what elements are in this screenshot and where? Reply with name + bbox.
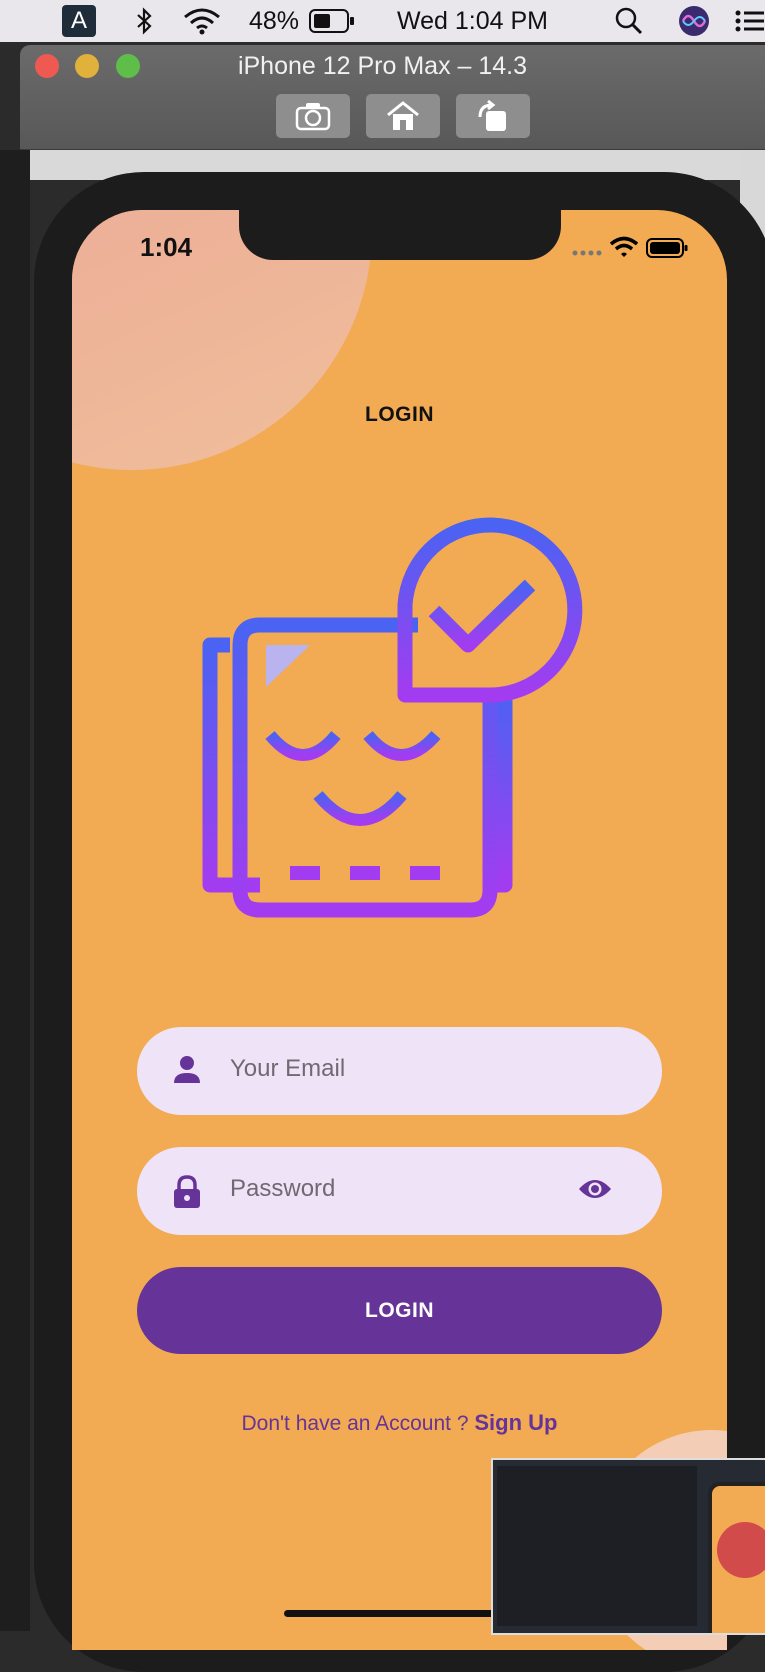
signup-prompt-text: Don't have an Account ? bbox=[241, 1412, 475, 1435]
menubar-clock[interactable]: Wed 1:04 PM bbox=[397, 0, 548, 42]
battery-icon[interactable] bbox=[309, 0, 355, 42]
wifi-icon[interactable] bbox=[183, 0, 221, 42]
show-password-icon[interactable] bbox=[577, 1177, 613, 1201]
background-window-left bbox=[0, 150, 30, 1631]
cellular-signal-icon bbox=[572, 250, 602, 256]
battery-percent: 48% bbox=[249, 6, 300, 35]
page-title: LOGIN bbox=[365, 403, 434, 426]
password-placeholder: Password bbox=[230, 1175, 336, 1202]
login-button[interactable]: LOGIN bbox=[137, 1267, 662, 1354]
home-indicator[interactable] bbox=[284, 1610, 516, 1617]
ios-wifi-icon bbox=[610, 236, 638, 257]
spotlight-search-icon[interactable] bbox=[614, 0, 644, 42]
thumbnail-editor-window bbox=[497, 1466, 697, 1626]
camera-icon bbox=[295, 103, 331, 131]
rotate-button[interactable] bbox=[456, 94, 530, 138]
simulator-title: iPhone 12 Pro Max – 14.3 bbox=[237, 52, 528, 80]
thumbnail-home-badge bbox=[717, 1522, 765, 1578]
signup-prompt-row: Don't have an Account ? Sign Up bbox=[0, 1410, 765, 1436]
home-icon bbox=[387, 101, 419, 130]
input-source-icon[interactable]: A bbox=[62, 5, 96, 37]
login-illustration bbox=[202, 517, 583, 918]
home-button[interactable] bbox=[366, 94, 440, 138]
siri-icon[interactable] bbox=[678, 0, 710, 42]
person-icon bbox=[174, 1056, 200, 1083]
password-field[interactable]: Password bbox=[137, 1147, 662, 1235]
lock-icon bbox=[174, 1175, 200, 1208]
status-bar-time: 1:04 bbox=[140, 232, 193, 262]
device-notch bbox=[239, 210, 561, 260]
screenshot-thumbnail-preview[interactable] bbox=[491, 1458, 765, 1635]
signup-link[interactable]: Sign Up bbox=[474, 1410, 557, 1435]
macos-menu-bar: A 48% Wed 1:04 PM bbox=[0, 0, 765, 42]
rotate-icon bbox=[478, 99, 506, 131]
email-field[interactable]: Your Email bbox=[137, 1027, 662, 1115]
screenshot-button[interactable] bbox=[276, 94, 350, 138]
notification-center-icon[interactable] bbox=[734, 0, 764, 42]
email-placeholder: Your Email bbox=[230, 1055, 346, 1082]
bluetooth-icon[interactable] bbox=[135, 0, 155, 42]
ios-battery-icon bbox=[646, 238, 688, 258]
